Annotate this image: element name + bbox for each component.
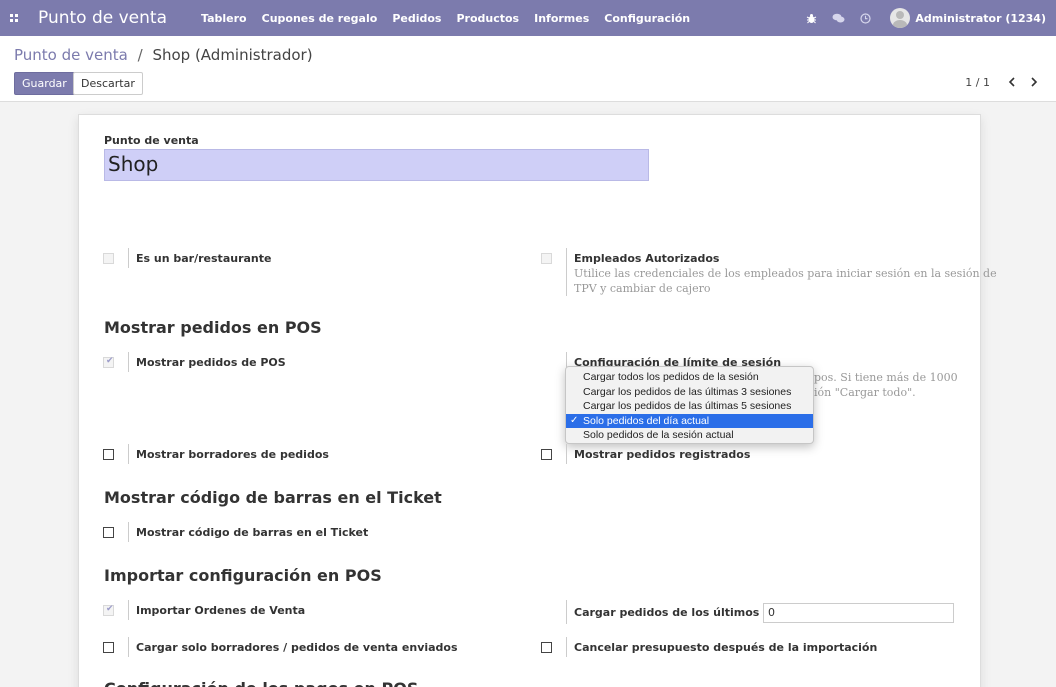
clock-icon[interactable] <box>858 11 872 25</box>
show-pos-orders-checkbox[interactable]: ✔ <box>103 356 114 368</box>
import-sales-checkbox[interactable]: ✔ <box>103 604 114 616</box>
main-menu: Tablero Cupones de regalo Pedidos Produc… <box>201 12 705 25</box>
divider <box>128 600 129 620</box>
avatar[interactable] <box>890 8 911 28</box>
dropdown-option-label: Solo pedidos del día actual <box>583 414 710 427</box>
show-posted-checkbox[interactable] <box>541 449 552 460</box>
dropdown-option[interactable]: Solo pedidos de la sesión actual <box>566 428 813 443</box>
chat-icon[interactable] <box>831 11 845 25</box>
discard-button[interactable]: Descartar <box>73 72 143 95</box>
form-sheet <box>78 114 981 687</box>
bar-restaurant-label: Es un bar/restaurante <box>136 252 272 265</box>
load-last-days-label: Cargar pedidos de los últimos días <box>574 606 789 619</box>
show-drafts-checkbox[interactable] <box>103 449 114 460</box>
barcode-ticket-label: Mostrar código de barras en el Ticket <box>136 526 369 539</box>
divider <box>566 444 567 464</box>
breadcrumb-current: Shop (Administrador) <box>152 46 313 64</box>
divider <box>566 600 567 624</box>
check-icon: ✔ <box>106 356 114 366</box>
apps-icon[interactable] <box>0 0 28 36</box>
user-name[interactable]: Administrator (1234) <box>915 12 1046 25</box>
chevron-right-icon[interactable] <box>1027 74 1041 90</box>
divider <box>128 352 129 372</box>
name-label: Punto de venta <box>104 134 199 147</box>
navbar-right: Administrator (1234) <box>791 0 1046 36</box>
load-only-drafts-label: Cargar solo borradores / pedidos de vent… <box>136 641 458 654</box>
employees-help-line1: Utilice las credenciales de los empleado… <box>574 267 997 280</box>
section-title-orders: Mostrar pedidos en POS <box>104 318 322 337</box>
pager-value[interactable]: 1 / 1 <box>965 76 990 89</box>
divider <box>566 637 567 657</box>
employees-label: Empleados Autorizados <box>574 252 720 265</box>
dropdown-option[interactable]: Cargar todos los pedidos de la sesión <box>566 370 813 385</box>
dropdown-option[interactable]: Cargar los pedidos de las últimas 5 sesi… <box>566 399 813 414</box>
check-icon: ✔ <box>106 604 114 614</box>
show-posted-label: Mostrar pedidos registrados <box>574 448 751 461</box>
import-sales-label: Importar Ordenes de Venta <box>136 604 306 617</box>
menu-item-configuracion[interactable]: Configuración <box>604 12 690 25</box>
bar-restaurant-checkbox[interactable] <box>103 253 114 264</box>
cancel-quote-label: Cancelar presupuesto después de la impor… <box>574 641 878 654</box>
menu-item-cupones[interactable]: Cupones de regalo <box>262 12 378 25</box>
app-brand[interactable]: Punto de venta <box>38 8 167 28</box>
menu-item-informes[interactable]: Informes <box>534 12 589 25</box>
session-limit-help-line2: ión "Cargar todo". <box>814 386 916 399</box>
divider <box>128 637 129 657</box>
employees-help-line2: TPV y cambiar de cajero <box>574 282 711 295</box>
cancel-quote-checkbox[interactable] <box>541 642 552 653</box>
divider <box>566 248 567 296</box>
control-panel: Punto de venta / Shop (Administrador) Gu… <box>0 36 1056 102</box>
menu-item-pedidos[interactable]: Pedidos <box>392 12 441 25</box>
section-title-payments: Configuración de los pagos en POS <box>104 679 418 687</box>
session-limit-help-line1: pos. Si tiene más de 1000 <box>814 371 958 384</box>
show-drafts-label: Mostrar borradores de pedidos <box>136 448 329 461</box>
barcode-ticket-checkbox[interactable] <box>103 527 114 538</box>
menu-item-tablero[interactable]: Tablero <box>201 12 247 25</box>
top-navbar: Punto de venta Tablero Cupones de regalo… <box>0 0 1056 36</box>
divider <box>128 522 129 542</box>
session-limit-dropdown[interactable]: Cargar todos los pedidos de la sesión Ca… <box>565 366 814 444</box>
breadcrumb-separator: / <box>137 46 143 64</box>
breadcrumb-parent[interactable]: Punto de venta <box>14 46 128 64</box>
bug-icon[interactable] <box>804 11 818 25</box>
show-pos-orders-label: Mostrar pedidos de POS <box>136 356 286 369</box>
name-field[interactable]: Shop <box>104 149 649 181</box>
load-only-drafts-checkbox[interactable] <box>103 642 114 653</box>
check-icon: ✓ <box>570 414 579 426</box>
employees-checkbox[interactable] <box>541 253 552 264</box>
chevron-left-icon[interactable] <box>1005 74 1019 90</box>
dropdown-option-selected[interactable]: ✓ Solo pedidos del día actual <box>566 413 813 428</box>
section-title-barcode: Mostrar código de barras en el Ticket <box>104 488 442 507</box>
divider <box>128 248 129 268</box>
dropdown-option[interactable]: Cargar los pedidos de las últimas 3 sesi… <box>566 385 813 400</box>
load-last-days-input[interactable]: 0 <box>763 603 954 623</box>
divider <box>128 444 129 464</box>
breadcrumb: Punto de venta / Shop (Administrador) <box>14 46 313 64</box>
section-title-import: Importar configuración en POS <box>104 566 382 585</box>
save-button[interactable]: Guardar <box>14 72 75 95</box>
menu-item-productos[interactable]: Productos <box>456 12 519 25</box>
